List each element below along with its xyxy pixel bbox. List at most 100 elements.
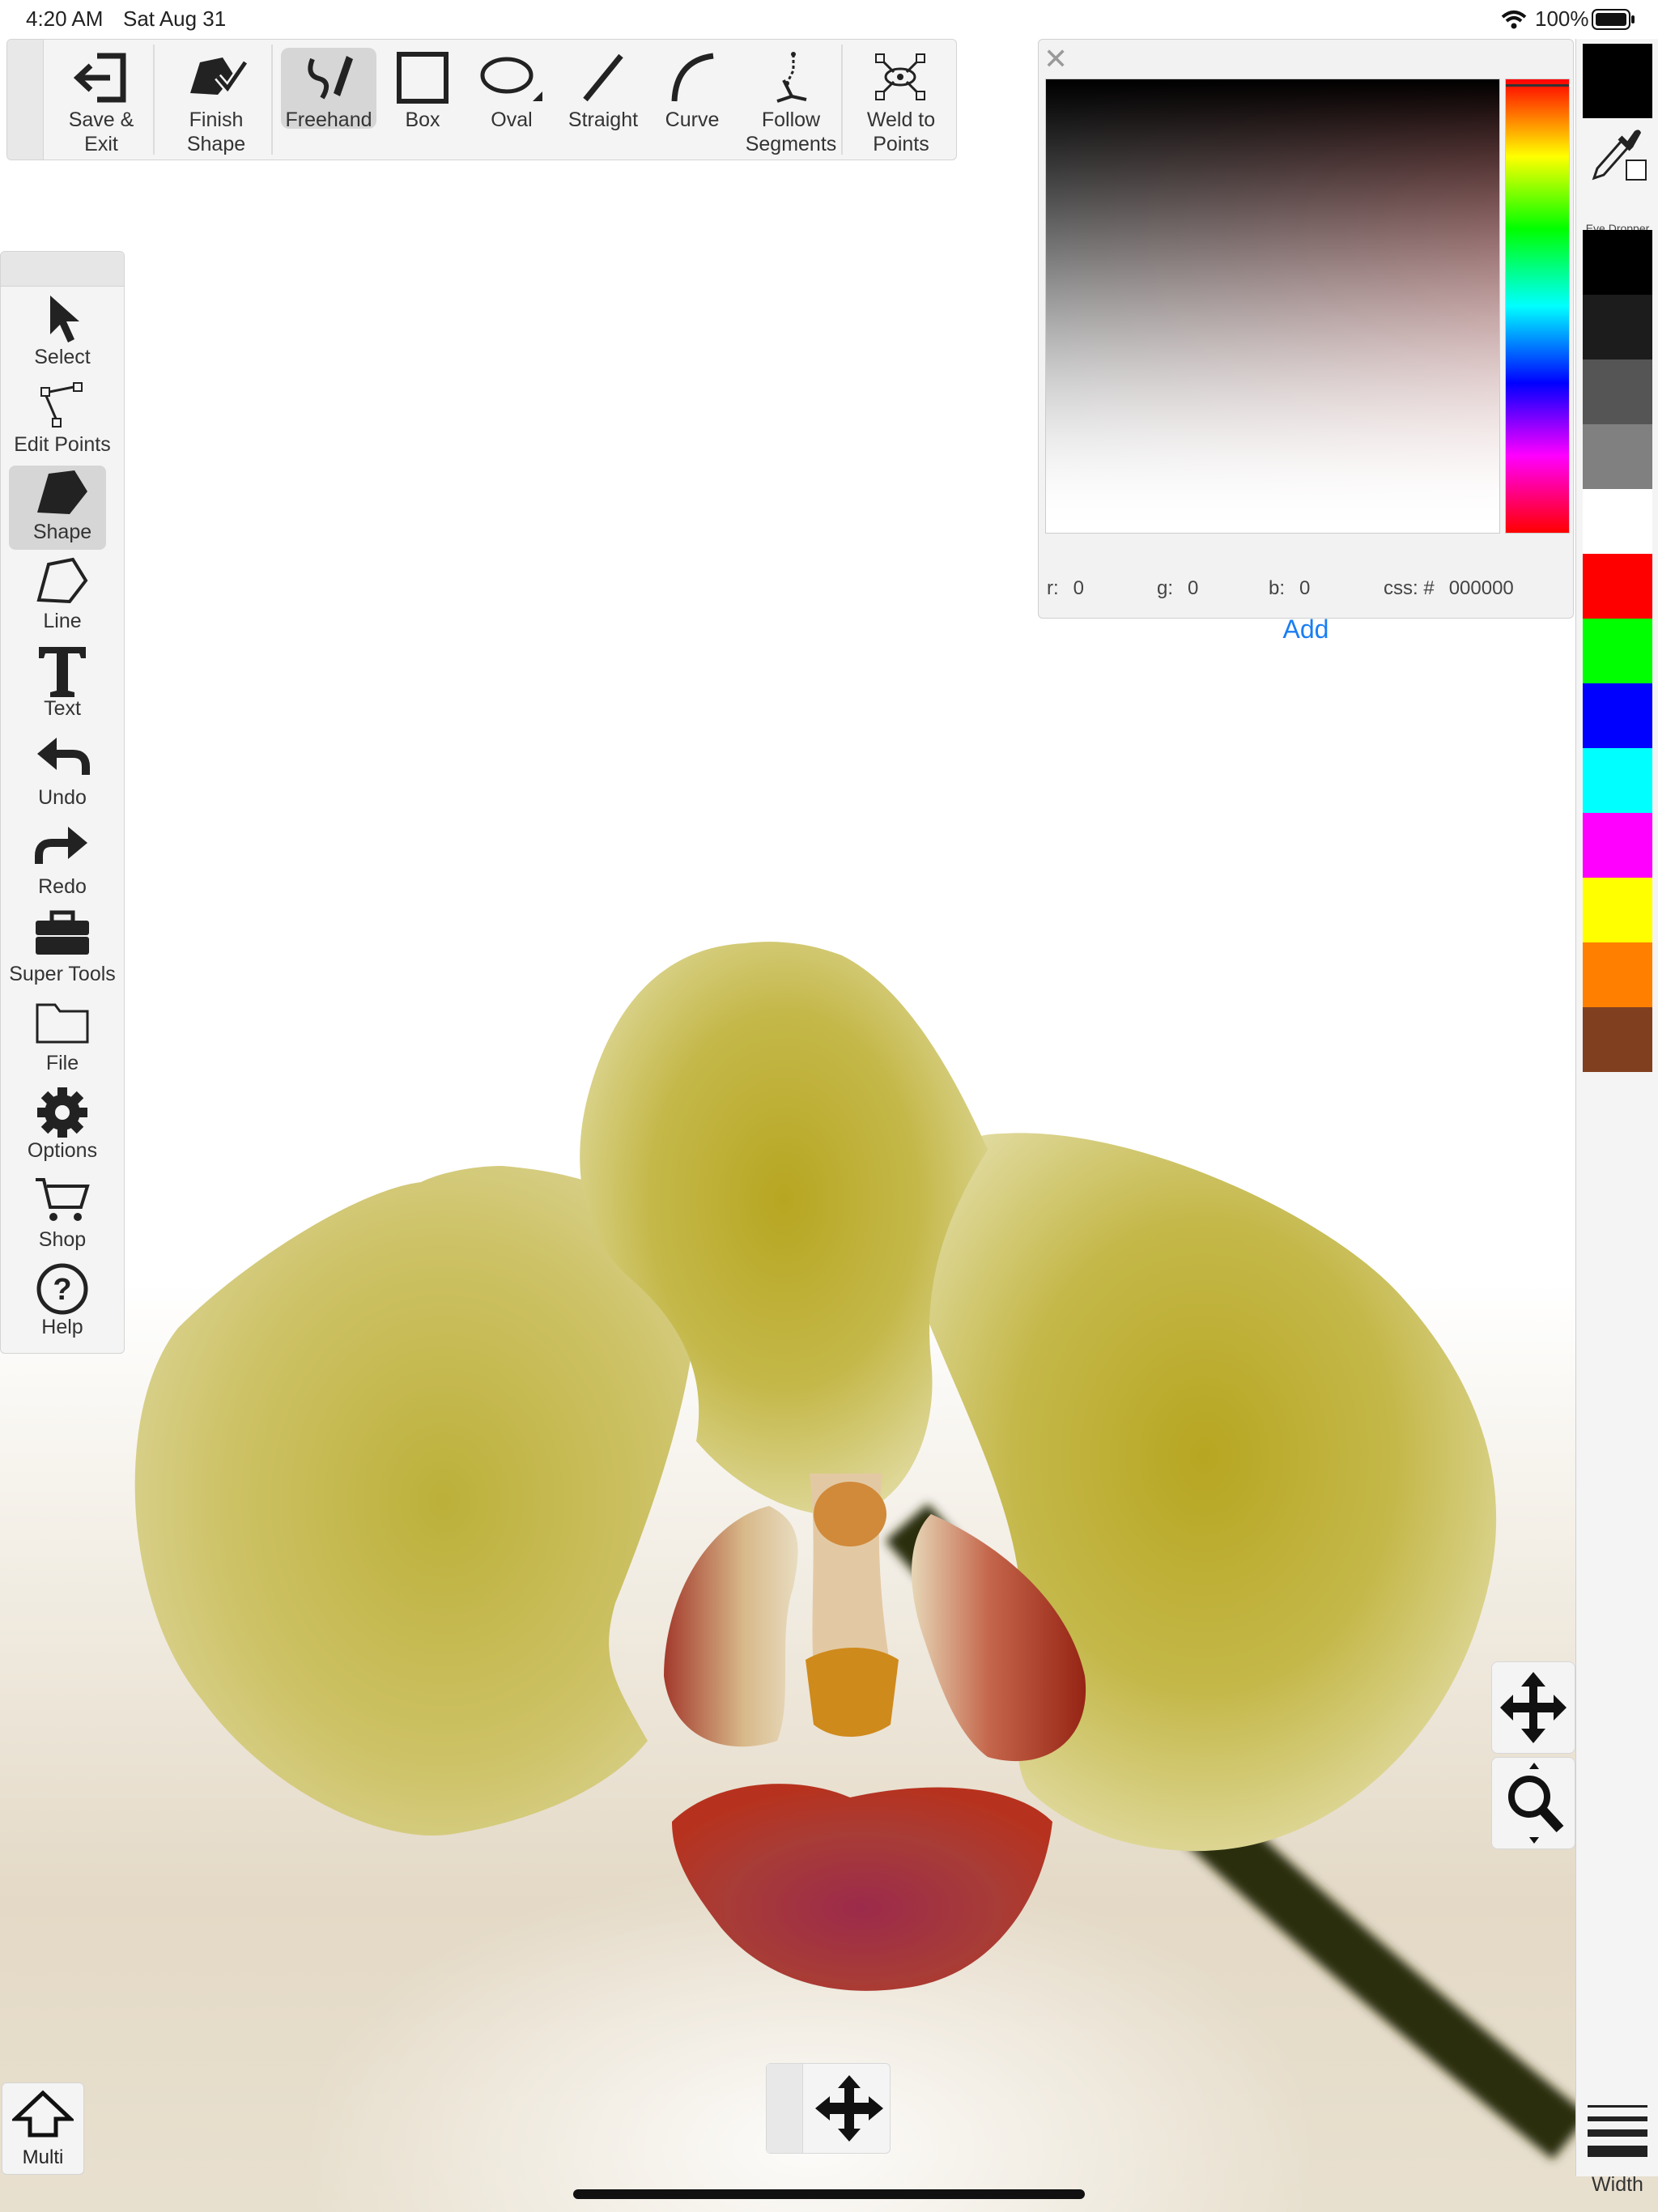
css-hex-field[interactable]: css: # 000000	[1384, 577, 1514, 600]
toolbar-separator	[153, 45, 155, 155]
oval-tool[interactable]: Oval	[466, 43, 558, 156]
edit-points-tool[interactable]: Edit Points	[1, 376, 124, 464]
redo-label: Redo	[38, 875, 87, 898]
undo-arrow-icon	[37, 738, 90, 775]
red-label: r:	[1047, 577, 1059, 599]
shop-button[interactable]: Shop	[1, 1172, 124, 1259]
shopping-cart-icon	[36, 1178, 90, 1221]
polyline-icon	[36, 557, 88, 604]
box-tool[interactable]: Box	[380, 43, 466, 156]
color-swatch[interactable]	[1583, 359, 1652, 424]
svg-text:?: ?	[53, 1273, 71, 1307]
shop-label: Shop	[38, 1228, 87, 1251]
options-button[interactable]: Options	[1, 1083, 124, 1170]
freehand-label: Freehand	[285, 108, 372, 131]
multi-label: Multi	[22, 2146, 64, 2168]
green-value: 0	[1188, 577, 1199, 599]
green-field[interactable]: g: 0	[1157, 577, 1198, 600]
help-question-icon: ?	[36, 1263, 88, 1315]
home-indicator[interactable]	[573, 2189, 1085, 2199]
color-swatch[interactable]	[1583, 748, 1652, 813]
curve-icon	[671, 53, 714, 102]
css-hex-label: css: #	[1384, 577, 1435, 599]
line-tool[interactable]: Line	[1, 553, 124, 640]
select-tool[interactable]: Select	[1, 289, 124, 376]
follow-segments-label: Follow Segments	[745, 108, 837, 155]
color-swatch[interactable]	[1583, 813, 1652, 878]
hue-marker[interactable]	[1506, 84, 1569, 87]
color-swatch[interactable]	[1583, 230, 1652, 295]
finish-shape-button[interactable]: Finish Shape	[159, 43, 273, 156]
undo-button[interactable]: Undo	[1, 730, 124, 817]
color-swatch[interactable]	[1583, 1007, 1652, 1072]
move-widget-grip[interactable]	[767, 2064, 803, 2153]
red-field[interactable]: r: 0	[1047, 577, 1084, 600]
saturation-value-square[interactable]	[1045, 79, 1500, 534]
red-value: 0	[1073, 577, 1085, 599]
color-swatch[interactable]	[1583, 554, 1652, 619]
left-toolbar: Select Edit Points Shape Line Text Undo …	[0, 251, 125, 1354]
help-button[interactable]: ? Help	[1, 1259, 124, 1346]
saturation-overlay	[1046, 79, 1499, 533]
oval-icon	[480, 57, 542, 101]
wifi-icon	[1501, 11, 1527, 29]
file-button[interactable]: File	[1, 995, 124, 1083]
color-swatch[interactable]	[1583, 878, 1652, 942]
edit-points-label: Edit Points	[14, 433, 111, 456]
straight-tool[interactable]: Straight	[558, 43, 648, 156]
color-swatch[interactable]	[1583, 683, 1652, 748]
finish-shape-label: Finish Shape	[186, 108, 246, 155]
toolbar-grip[interactable]	[7, 40, 44, 160]
multi-select-button[interactable]: Multi	[2, 2082, 84, 2175]
move-arrows-icon[interactable]	[812, 2074, 886, 2143]
curve-tool[interactable]: Curve	[648, 43, 736, 156]
finish-shape-icon	[190, 57, 247, 96]
blue-field[interactable]: b: 0	[1269, 577, 1310, 600]
pan-canvas-button[interactable]	[1491, 1661, 1575, 1754]
css-hex-value: 000000	[1448, 577, 1514, 599]
move-arrows-icon	[1500, 1672, 1567, 1743]
close-icon[interactable]: ✕	[1044, 43, 1068, 75]
color-swatch[interactable]	[1583, 295, 1652, 359]
add-color-button[interactable]: Add	[1039, 615, 1573, 644]
undo-label: Undo	[38, 786, 87, 809]
text-t-icon	[39, 647, 86, 697]
freehand-pen-icon	[308, 56, 353, 100]
status-bar: 4:20 AM Sat Aug 31 100%	[0, 0, 1658, 39]
eye-dropper-icon	[1592, 130, 1647, 181]
color-swatch[interactable]	[1583, 942, 1652, 1007]
follow-segments-tool[interactable]: Follow Segments	[736, 43, 846, 156]
color-palette: Eye Dropper Width	[1575, 39, 1658, 2196]
help-label: Help	[41, 1316, 83, 1338]
color-swatch[interactable]	[1583, 489, 1652, 554]
arrow-cursor-icon	[50, 296, 79, 342]
shape-tool[interactable]: Shape	[1, 464, 124, 551]
stroke-width-button[interactable]: Width	[1576, 2079, 1658, 2201]
box-label: Box	[405, 108, 440, 131]
zoom-button[interactable]	[1491, 1757, 1575, 1849]
status-time: 4:20 AM	[26, 6, 104, 31]
color-swatch[interactable]	[1583, 619, 1652, 683]
super-tools-button[interactable]: Super Tools	[1, 906, 124, 993]
file-label: File	[45, 1052, 79, 1074]
shift-arrow-icon	[12, 2090, 74, 2138]
top-toolbar: Save & Exit Finish Shape Freehand Box Ov…	[6, 39, 957, 160]
text-tool[interactable]: Text	[1, 640, 124, 728]
save-exit-button[interactable]: Save & Exit	[49, 43, 153, 156]
battery-percentage: 100%	[1535, 6, 1589, 31]
line-width-icon	[1588, 2105, 1647, 2157]
edit-points-icon	[40, 382, 83, 428]
folder-icon	[36, 1003, 89, 1044]
color-swatch[interactable]	[1583, 424, 1652, 489]
redo-button[interactable]: Redo	[1, 819, 124, 906]
freehand-tool[interactable]: Freehand	[278, 43, 380, 156]
toolbar-separator	[841, 45, 843, 155]
weld-to-points-label: Weld to Points	[866, 108, 936, 155]
straight-label: Straight	[568, 108, 639, 131]
weld-to-points-tool[interactable]: Weld to Points	[848, 43, 954, 156]
eye-dropper-button[interactable]: Eye Dropper	[1576, 121, 1658, 235]
magnifier-icon	[1508, 1763, 1564, 1844]
current-color-swatch[interactable]	[1583, 44, 1652, 118]
left-toolbar-grip[interactable]	[1, 252, 124, 287]
hue-slider[interactable]	[1505, 79, 1570, 534]
